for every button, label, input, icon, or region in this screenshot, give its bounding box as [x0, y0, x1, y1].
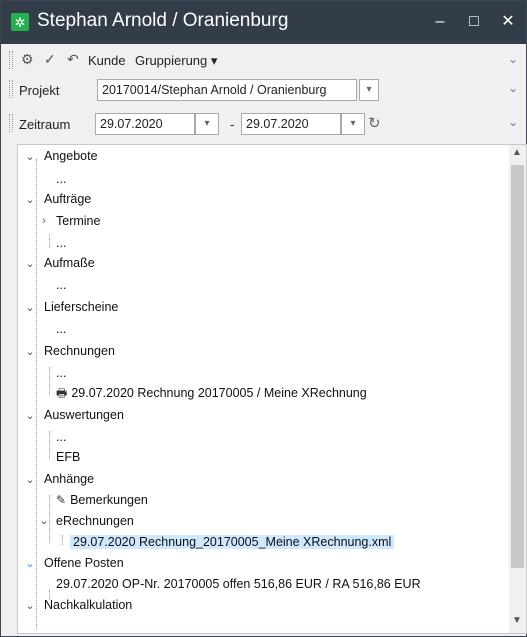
chevron-down-icon[interactable]: ⌄ [25, 598, 35, 615]
chevron-down-icon[interactable]: ⌄ [508, 115, 518, 129]
chevron-right-icon[interactable]: › [39, 213, 49, 230]
chevron-down-icon[interactable]: ⌄ [508, 52, 518, 66]
toolbar-grip[interactable] [9, 51, 13, 69]
chevron-down-icon[interactable]: ⌄ [25, 344, 35, 361]
date-to-input[interactable]: 29.07.2020 [241, 113, 341, 135]
vertical-scrollbar[interactable]: ▲ ▼ [509, 145, 526, 633]
tree-connector [62, 535, 63, 545]
tree-connector [49, 495, 50, 543]
period-label: Zeitraum [19, 117, 71, 132]
tree-node-open-item[interactable]: 29.07.2020 OP-Nr. 20170005 offen 516,86 … [56, 576, 421, 593]
tree-node-measurements[interactable]: Aufmaße [44, 255, 95, 272]
tree-node-attachments[interactable]: Anhänge [44, 471, 94, 488]
customer-button[interactable]: Kunde [88, 53, 126, 68]
tree-node-einvoice-file[interactable]: 29.07.2020 Rechnung_20170005_Meine XRech… [70, 534, 395, 551]
tree-node-open-items[interactable]: Offene Posten [44, 555, 124, 572]
check-icon[interactable]: ✓ [44, 51, 56, 68]
tree-connector [49, 431, 50, 459]
chevron-down-icon[interactable]: ⌄ [25, 408, 35, 425]
tree-node-orders[interactable]: Aufträge [44, 191, 91, 208]
tree-node-delivery-notes[interactable]: Lieferscheine [44, 299, 118, 316]
chevron-down-icon[interactable]: ⌄ [25, 256, 35, 273]
date-from-input[interactable]: 29.07.2020 [95, 113, 195, 135]
tree-node-einvoices[interactable]: eRechnungen [56, 513, 134, 530]
chevron-down-icon[interactable]: ⌄ [39, 513, 49, 530]
printer-icon: 🖶 [56, 386, 68, 400]
project-select[interactable]: 20170014/Stephan Arnold / Oranienburg [97, 79, 357, 101]
tree-connector [49, 235, 50, 248]
tree-node-placeholder[interactable]: ... [56, 321, 66, 338]
minimize-button[interactable]: – [425, 11, 455, 33]
grouping-button[interactable]: Gruppierung ▾ [135, 53, 217, 69]
tree-node-invoice-item[interactable]: 🖶 29.07.2020 Rechnung 20170005 / Meine XR… [56, 385, 367, 402]
chevron-down-icon[interactable]: ⌄ [25, 149, 35, 166]
scroll-down-icon[interactable]: ▼ [512, 615, 522, 626]
window: ✲ Stephan Arnold / Oranienburg – □ ✕ ⚙ ✓… [0, 0, 527, 637]
tree-node-placeholder[interactable]: ... [56, 235, 66, 252]
date-from-dropdown[interactable]: ▾ [195, 113, 219, 135]
tree-node-placeholder[interactable]: ... [56, 171, 66, 188]
period-toolbar: Zeitraum 29.07.2020 ▾ - 29.07.2020 ▾ ↻ ⌄ [1, 108, 526, 138]
tree-node-evaluations[interactable]: Auswertungen [44, 407, 124, 424]
tree-node-post-calculation[interactable]: Nachkalkulation [44, 597, 132, 614]
toolbar-grip[interactable] [9, 114, 13, 132]
undo-icon[interactable]: ↶ [67, 51, 79, 68]
tree-connector [49, 367, 50, 395]
date-separator: - [230, 117, 235, 132]
scrollbar-thumb[interactable] [511, 165, 524, 568]
chevron-down-icon[interactable]: ⌄ [25, 300, 35, 317]
scroll-up-icon[interactable]: ▲ [512, 147, 522, 158]
window-title: Stephan Arnold / Oranienburg [37, 10, 289, 31]
tree-node-efb[interactable]: EFB [56, 449, 80, 466]
chevron-down-icon[interactable]: ⌄ [25, 556, 35, 573]
tree-node-invoices[interactable]: Rechnungen [44, 343, 115, 360]
project-label: Projekt [19, 83, 60, 98]
date-to-dropdown[interactable]: ▾ [341, 113, 365, 135]
tree-node-placeholder[interactable]: ... [56, 365, 66, 382]
refresh-icon[interactable]: ↻ [368, 114, 381, 132]
tree-connector [36, 159, 37, 629]
note-icon: ✎ [56, 493, 67, 507]
app-icon: ✲ [11, 13, 29, 31]
tree-node-remarks[interactable]: ✎ Bemerkungen [56, 492, 148, 509]
chevron-down-icon[interactable]: ⌄ [25, 472, 35, 489]
gear-icon[interactable]: ⚙ [21, 51, 34, 68]
project-toolbar: Projekt 20170014/Stephan Arnold / Oranie… [1, 74, 526, 104]
action-toolbar: ⚙ ✓ ↶ Kunde Gruppierung ▾ ⌄ [1, 45, 526, 75]
close-button[interactable]: ✕ [493, 11, 523, 33]
chevron-down-icon[interactable]: ⌄ [508, 81, 518, 95]
tree-node-placeholder[interactable]: ... [56, 429, 66, 446]
tree-node-placeholder[interactable]: ... [56, 277, 66, 294]
toolbar-grip[interactable] [9, 80, 13, 98]
tree-node-offers[interactable]: Angebote [44, 148, 98, 165]
chevron-down-icon[interactable]: ⌄ [25, 192, 35, 209]
document-tree[interactable]: ⌄ Angebote ... ⌄ Aufträge › Termine ... … [17, 144, 527, 634]
tree-node-appointments[interactable]: Termine [56, 213, 100, 230]
project-dropdown-button[interactable]: ▾ [359, 79, 379, 101]
title-bar: ✲ Stephan Arnold / Oranienburg – □ ✕ [1, 1, 526, 44]
maximize-button[interactable]: □ [459, 11, 489, 33]
